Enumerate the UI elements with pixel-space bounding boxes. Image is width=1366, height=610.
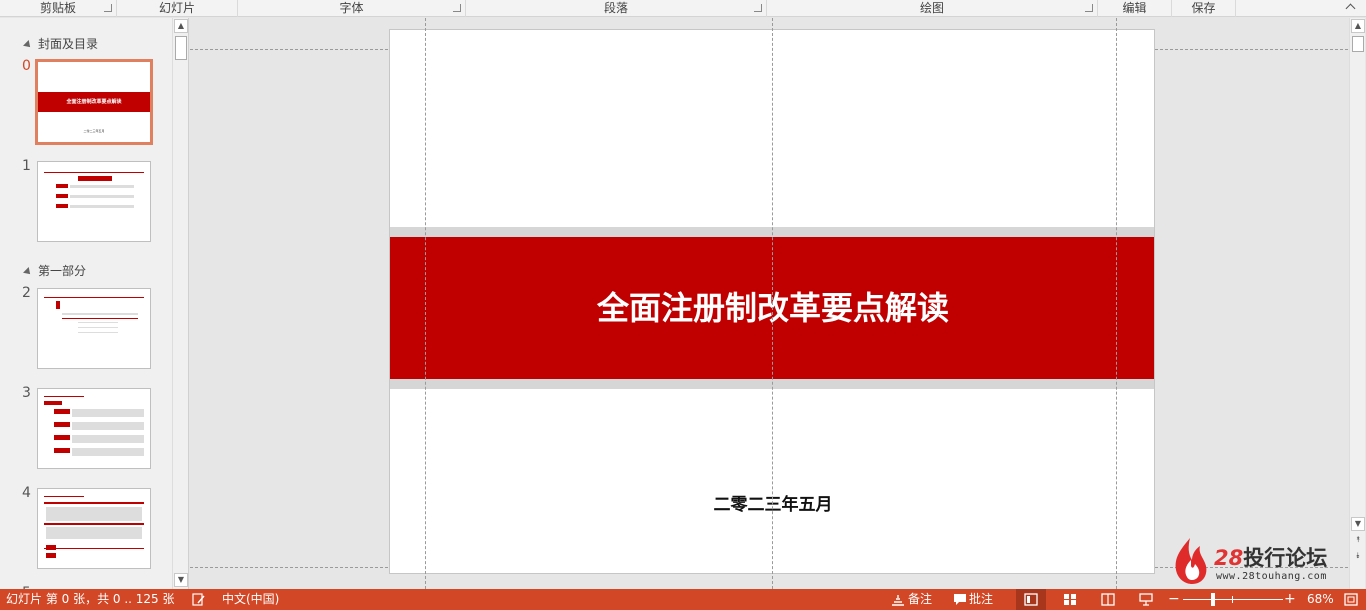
normal-view-icon — [1024, 593, 1038, 606]
watermark-number: 28 — [1214, 546, 1244, 570]
zoom-slider-thumb[interactable] — [1211, 593, 1215, 606]
ribbon-group-paragraph: 段落 — [466, 0, 767, 17]
dialog-launcher-icon[interactable] — [104, 4, 112, 12]
thumbnail-title: 全面注册制改革要点解读 — [38, 92, 150, 112]
ribbon-group-label: 绘图 — [919, 1, 944, 15]
previous-slide-icon[interactable]: ⯭ — [1351, 535, 1365, 549]
ribbon-group-label: 编辑 — [1122, 1, 1147, 15]
slide-thumbnail-2[interactable] — [37, 288, 151, 369]
status-bar: 幻灯片 第 0 张，共 0 .. 125 张 中文(中国) 备注 批注 − + … — [0, 589, 1366, 610]
slide-number: 1 — [22, 158, 31, 174]
slide-number: 0 — [22, 58, 31, 74]
thumbnail-date: 二零二三年五月 — [83, 129, 105, 133]
ribbon-group-drawing: 绘图 — [767, 0, 1098, 17]
scroll-down-icon[interactable]: ▼ — [174, 573, 188, 587]
ribbon-group-bar: 剪贴板 幻灯片 字体 段落 绘图 编辑 保存 — [0, 0, 1366, 17]
flame-icon — [1175, 538, 1207, 584]
watermark-title: 28投行论坛 — [1214, 542, 1327, 572]
watermark-url: www.28touhang.com — [1216, 571, 1327, 582]
slide-editor[interactable]: 全面注册制改革要点解读 二零二三年五月 — [190, 18, 1348, 589]
section-header-part1[interactable]: 第一部分 — [23, 262, 87, 279]
dialog-launcher-icon[interactable] — [754, 4, 762, 12]
ribbon-group-label: 段落 — [603, 1, 628, 15]
zoom-level[interactable]: 68% — [1307, 589, 1334, 610]
ribbon-group-label: 幻灯片 — [158, 1, 195, 15]
watermark-logo: 28投行论坛 www.28touhang.com — [1170, 536, 1345, 588]
collapse-ribbon-icon[interactable] — [1345, 3, 1356, 14]
zoom-slider-midpoint — [1232, 596, 1233, 603]
slide-sorter-icon[interactable] — [1063, 593, 1077, 606]
scroll-up-icon[interactable]: ▲ — [174, 19, 188, 33]
editor-scrollbar[interactable]: ▲ ▼ ⯭ ⯯ — [1349, 18, 1365, 589]
section-header-cover[interactable]: 封面及目录 — [23, 35, 99, 52]
guide-line[interactable] — [1116, 18, 1117, 589]
ribbon-group-label: 剪贴板 — [39, 1, 76, 15]
spell-check-icon[interactable] — [192, 593, 206, 606]
normal-view-button[interactable] — [1016, 589, 1046, 610]
section-collapse-icon — [23, 39, 33, 50]
slide-thumbnail-3[interactable] — [37, 388, 151, 469]
ribbon-group-editing: 编辑 — [1098, 0, 1172, 17]
ribbon-group-label: 保存 — [1191, 1, 1216, 15]
slide-number: 3 — [22, 385, 31, 401]
watermark-name: 投行论坛 — [1243, 546, 1328, 570]
ribbon-group-save: 保存 — [1172, 0, 1236, 17]
slideshow-icon[interactable] — [1139, 593, 1153, 606]
zoom-out-button[interactable]: − — [1168, 589, 1180, 610]
dialog-launcher-icon[interactable] — [1085, 4, 1093, 12]
guide-line[interactable] — [425, 18, 426, 589]
slide-thumbnail-1[interactable] — [37, 161, 151, 242]
slide-count-status[interactable]: 幻灯片 第 0 张，共 0 .. 125 张 — [6, 589, 175, 610]
ribbon-group-slides: 幻灯片 — [117, 0, 238, 17]
scroll-thumb[interactable] — [175, 36, 187, 60]
scroll-thumb[interactable] — [1352, 36, 1364, 52]
zoom-slider[interactable] — [1183, 599, 1283, 600]
dialog-launcher-icon[interactable] — [453, 4, 461, 12]
comment-icon[interactable] — [953, 593, 967, 606]
section-label: 封面及目录 — [38, 37, 99, 51]
comments-button[interactable]: 批注 — [969, 589, 993, 610]
section-label: 第一部分 — [38, 264, 87, 278]
scroll-down-icon[interactable]: ▼ — [1351, 517, 1365, 531]
section-collapse-icon — [23, 266, 33, 277]
next-slide-icon[interactable]: ⯯ — [1351, 551, 1365, 565]
zoom-in-button[interactable]: + — [1284, 589, 1296, 610]
slide-thumbnail-0[interactable]: 全面注册制改革要点解读 二零二三年五月 — [35, 59, 153, 145]
reading-view-icon[interactable] — [1101, 593, 1115, 606]
slide-number: 4 — [22, 485, 31, 501]
notes-icon[interactable] — [891, 593, 905, 606]
slide-thumbnail-pane[interactable]: 封面及目录 0 全面注册制改革要点解读 二零二三年五月 1 第一部分 2 3 4 — [0, 18, 189, 589]
language-status[interactable]: 中文(中国) — [222, 589, 279, 610]
slide-number: 2 — [22, 285, 31, 301]
fit-to-window-icon[interactable] — [1344, 593, 1358, 606]
ribbon-group-label: 字体 — [339, 1, 364, 15]
slide-thumbnail-4[interactable] — [37, 488, 151, 569]
guide-line[interactable] — [772, 18, 773, 589]
ribbon-group-font: 字体 — [238, 0, 466, 17]
ribbon-group-clipboard: 剪贴板 — [0, 0, 117, 17]
notes-button[interactable]: 备注 — [908, 589, 932, 610]
scroll-up-icon[interactable]: ▲ — [1351, 19, 1365, 33]
thumbnail-scrollbar[interactable]: ▲ ▼ — [172, 18, 188, 589]
